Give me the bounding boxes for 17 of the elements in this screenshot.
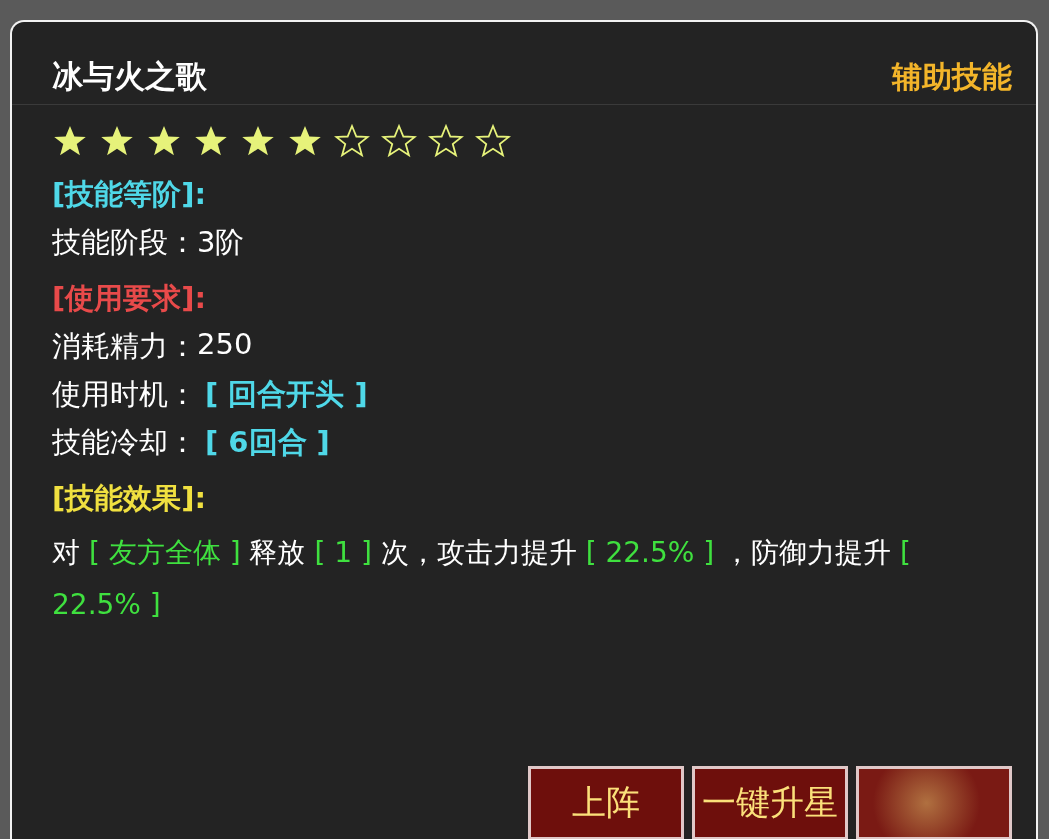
effect-text: 对 [ 友方全体 ] 释放 [ 1 ] 次，攻击力提升 [ 22.5% ] ，防御力提升 [ 22.5% ] xyxy=(52,535,912,623)
blurred-button[interactable] xyxy=(856,766,1012,839)
action-button[interactable]: 上阵 xyxy=(528,766,684,839)
section-heading: [技能效果]: xyxy=(52,480,208,517)
field-value: 3阶 xyxy=(197,224,245,261)
action-button[interactable]: 一键升星 xyxy=(692,766,848,839)
skill-category: 辅助技能 xyxy=(892,57,1012,96)
field-label: 消耗精力： xyxy=(52,328,197,365)
field-value: [ 回合开头 ] xyxy=(205,376,368,413)
field-label: 使用时机： xyxy=(52,376,197,413)
skill-title: 冰与火之歌 xyxy=(52,57,207,96)
field-value: 250 xyxy=(197,327,253,363)
section-heading: [技能等阶]: xyxy=(52,176,208,213)
field-label: 技能阶段： xyxy=(52,224,197,261)
field-label: 技能冷却： xyxy=(52,424,197,461)
field-value: [ 6回合 ] xyxy=(205,424,330,461)
section-heading: [使用要求]: xyxy=(52,280,208,317)
